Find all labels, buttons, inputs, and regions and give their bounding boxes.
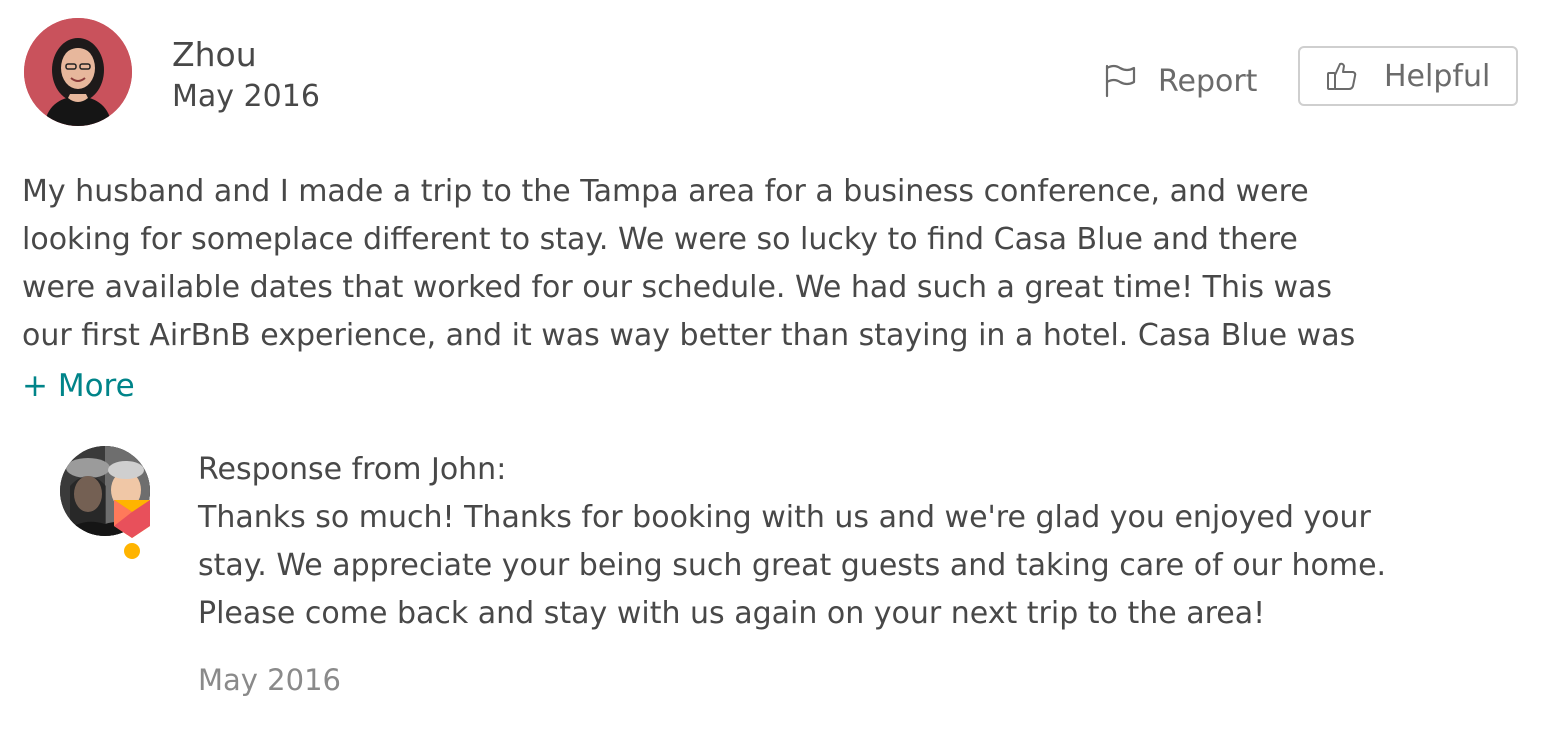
reviewer-name: Zhou bbox=[172, 35, 257, 74]
review-text-line: looking for someplace different to stay.… bbox=[22, 222, 1298, 257]
reviewer-photo bbox=[24, 18, 132, 126]
superhost-badge-icon bbox=[114, 500, 150, 559]
helpful-label: Helpful bbox=[1384, 58, 1491, 94]
host-avatar-group[interactable] bbox=[60, 446, 152, 562]
reviewer-avatar[interactable] bbox=[24, 18, 132, 126]
response-text-line: Please come back and stay with us again … bbox=[198, 596, 1266, 631]
response-title: Response from John: bbox=[198, 452, 507, 487]
review-text: My husband and I made a trip to the Tamp… bbox=[22, 168, 1522, 360]
response-text: Thanks so much! Thanks for booking with … bbox=[198, 494, 1528, 638]
review-text-line: My husband and I made a trip to the Tamp… bbox=[22, 174, 1309, 209]
review-text-line: were available dates that worked for our… bbox=[22, 270, 1333, 305]
review-text-line: our first AirBnB experience, and it was … bbox=[22, 318, 1356, 353]
flag-icon bbox=[1105, 64, 1136, 98]
helpful-button[interactable]: Helpful bbox=[1298, 46, 1518, 106]
response-text-line: stay. We appreciate your being such grea… bbox=[198, 548, 1387, 583]
report-button[interactable]: Report bbox=[1100, 56, 1257, 106]
response-text-line: Thanks so much! Thanks for booking with … bbox=[198, 500, 1371, 535]
review-date: May 2016 bbox=[172, 79, 320, 114]
thumbs-up-icon bbox=[1327, 62, 1357, 90]
more-link[interactable]: + More bbox=[22, 362, 135, 410]
report-label: Report bbox=[1158, 63, 1258, 99]
response-date: May 2016 bbox=[198, 663, 341, 697]
